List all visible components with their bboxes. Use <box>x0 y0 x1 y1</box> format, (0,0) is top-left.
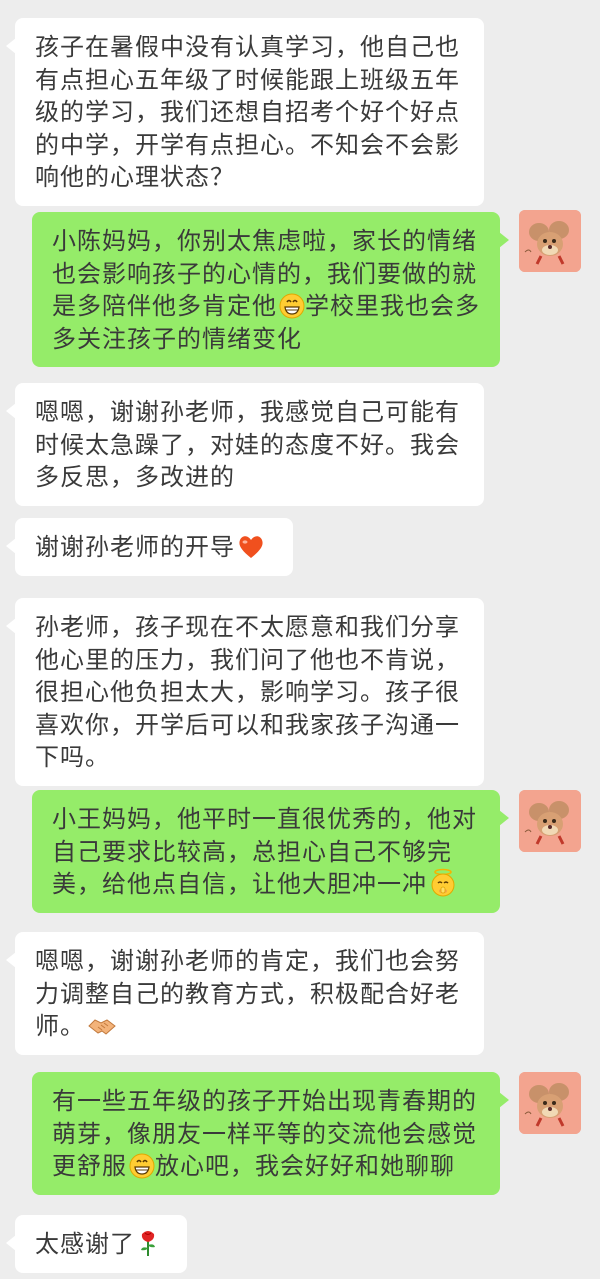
message-bubble[interactable]: 谢谢孙老师的开导 <box>6 518 293 576</box>
avatar[interactable] <box>519 1072 581 1134</box>
message-text: 谢谢孙老师的开导 <box>35 533 235 561</box>
message-bubble[interactable]: 嗯嗯，谢谢孙老师，我感觉自己可能有时候太急躁了，对娃的态度不好。我会多反思，多改… <box>6 383 484 506</box>
halo-hush-emoji-icon <box>429 868 457 901</box>
message-bubble[interactable]: 小王妈妈，他平时一直很优秀的，他对自己要求比较高，总担心自己不够完美，给他点自信… <box>32 790 509 913</box>
message-bubble[interactable]: 孩子在暑假中没有认真学习，他自己也有点担心五年级了时候能跟上班级五年级的学习，我… <box>6 18 484 206</box>
message-bubble[interactable]: 孙老师，孩子现在不太愿意和我们分享他心里的压力，我们问了他也不肯说，很担心他负担… <box>6 598 484 786</box>
message-bubble[interactable]: 太感谢了 <box>6 1215 187 1273</box>
message-text-continued: 放心吧，我会好好和她聊聊 <box>155 1152 455 1180</box>
message-text: 小王妈妈，他平时一直很优秀的，他对自己要求比较高，总担心自己不够完美，给他点自信… <box>52 805 477 898</box>
message-bubble[interactable]: 嗯嗯，谢谢孙老师的肯定，我们也会努力调整自己的教育方式，积极配合好老师。 <box>6 932 484 1055</box>
mouse-avatar-icon <box>519 1072 581 1134</box>
mouse-avatar-icon <box>519 210 581 272</box>
handshake-icon <box>87 1010 117 1043</box>
message-text: 孙老师，孩子现在不太愿意和我们分享他心里的压力，我们问了他也不肯说，很担心他负担… <box>35 613 460 771</box>
mouse-avatar-icon <box>519 790 581 852</box>
heart-icon <box>237 531 265 564</box>
message-text: 太感谢了 <box>35 1230 135 1258</box>
message-text: 孩子在暑假中没有认真学习，他自己也有点担心五年级了时候能跟上班级五年级的学习，我… <box>35 33 460 191</box>
message-bubble[interactable]: 小陈妈妈，你别太焦虑啦，家长的情绪也会影响孩子的心情的，我们要做的就是多陪伴他多… <box>32 212 509 367</box>
grin-emoji-icon <box>279 290 305 323</box>
avatar[interactable] <box>519 210 581 272</box>
message-bubble[interactable]: 有一些五年级的孩子开始出现青春期的萌芽，像朋友一样平等的交流他会感觉更舒服 放心吧… <box>32 1072 509 1195</box>
avatar[interactable] <box>519 790 581 852</box>
rose-icon <box>137 1228 159 1261</box>
grin-emoji-icon <box>129 1150 155 1183</box>
message-text: 嗯嗯，谢谢孙老师，我感觉自己可能有时候太急躁了，对娃的态度不好。我会多反思，多改… <box>35 398 460 491</box>
